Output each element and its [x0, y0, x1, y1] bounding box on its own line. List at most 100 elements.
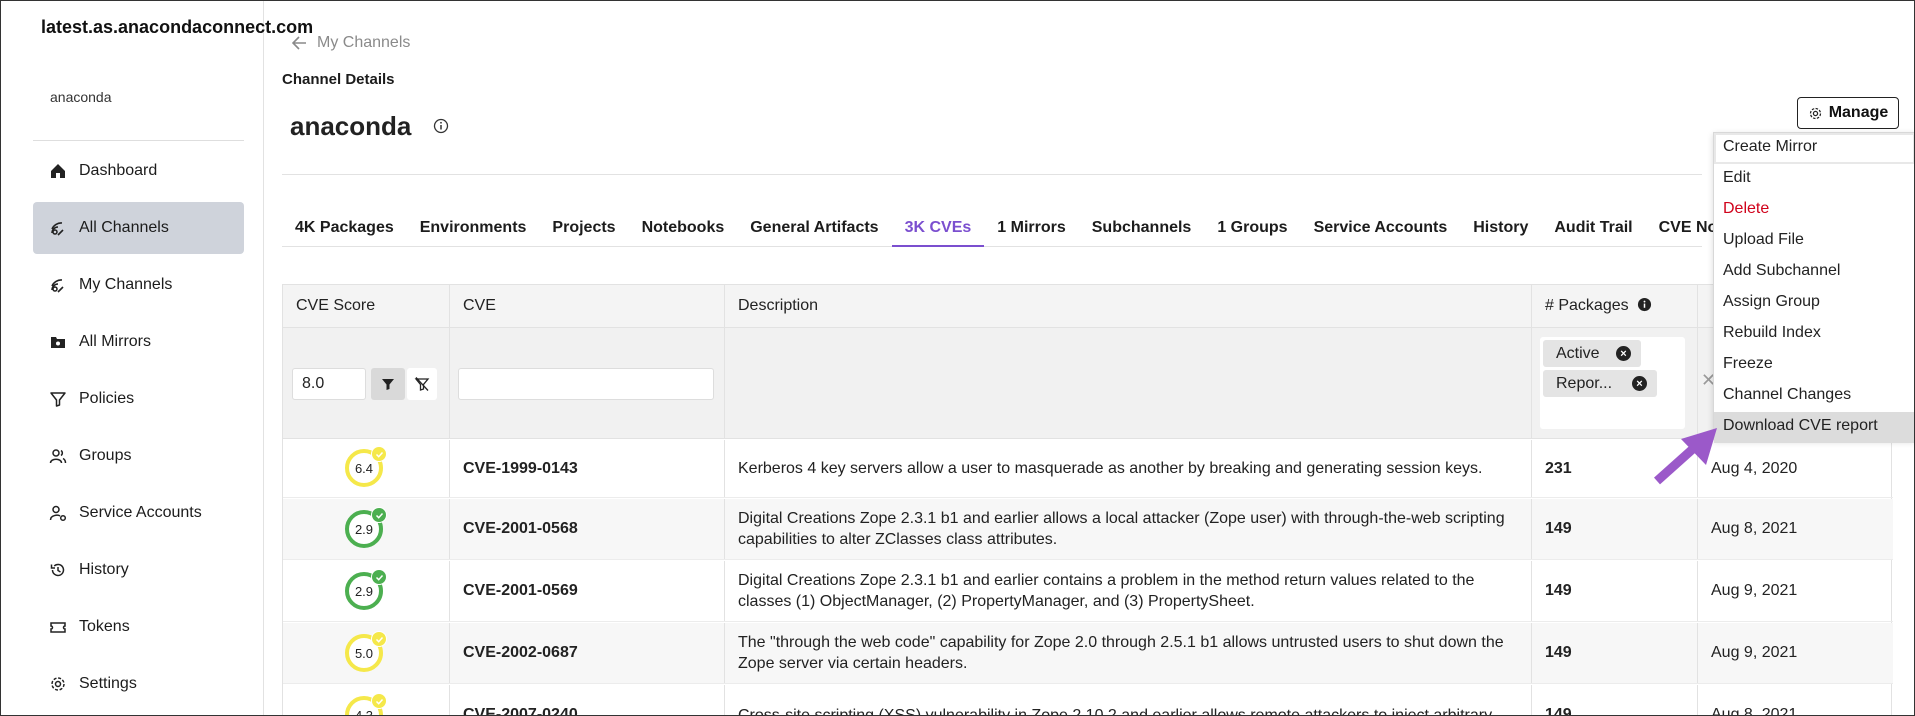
menu-item-channel-changes[interactable]: Channel Changes	[1714, 381, 1914, 412]
cve-id[interactable]: CVE-2001-0568	[450, 499, 725, 559]
tab-packages[interactable]: 4K Packages	[282, 213, 407, 247]
sidebar-item-tokens[interactable]: Tokens	[33, 601, 244, 653]
cve-id[interactable]: CVE-2007-0240	[450, 685, 725, 715]
cve-date: Aug 8, 2021	[1711, 520, 1798, 537]
table-row[interactable]: 5.0 CVE-2002-0687 The "through the web c…	[283, 623, 1893, 684]
sidebar-item-label: Tokens	[79, 618, 130, 635]
info-icon[interactable]	[433, 118, 449, 134]
cve-description: Kerberos 4 key servers allow a user to m…	[725, 440, 1532, 497]
status-filter-cell: Active × Repor... × ✕	[1532, 328, 1716, 439]
check-icon	[371, 507, 387, 523]
cve-description: Digital Creations Zope 2.3.1 b1 and earl…	[725, 499, 1532, 559]
score-value: 6.4	[354, 460, 374, 476]
home-icon	[51, 164, 65, 178]
score-value: 5.0	[354, 645, 374, 661]
org-name: anaconda	[50, 89, 112, 105]
sidebar-item-label: All Mirrors	[79, 333, 151, 350]
menu-item-add-subchannel[interactable]: Add Subchannel	[1714, 257, 1914, 288]
tab-cves[interactable]: 3K CVEs	[891, 213, 985, 247]
cve-date: Aug 9, 2021	[1711, 582, 1798, 599]
group-icon	[49, 449, 67, 464]
sidebar-item-all-mirrors[interactable]: All Mirrors	[33, 316, 244, 368]
sidebar-item-history[interactable]: History	[33, 544, 244, 596]
check-icon	[371, 631, 387, 647]
score-cell: 5.0	[283, 623, 450, 683]
sidebar-divider	[33, 140, 244, 141]
filter-button[interactable]	[371, 368, 405, 400]
score-filter-input[interactable]: 8.0	[292, 368, 366, 400]
score-value: 2.9	[354, 583, 374, 599]
score-badge: 4.3	[345, 693, 387, 715]
host-name: latest.as.anacondaconnect.com	[41, 17, 314, 37]
tab-bar: 4K Packages Environments Projects Notebo…	[282, 213, 1723, 247]
tab-projects[interactable]: Projects	[539, 213, 628, 247]
service-account-icon	[49, 505, 67, 522]
manage-button-label: Manage	[1828, 104, 1889, 121]
menu-item-rebuild-index[interactable]: Rebuild Index	[1714, 319, 1914, 350]
package-count: 149	[1532, 561, 1698, 621]
check-icon	[371, 569, 387, 585]
tab-groups[interactable]: 1 Groups	[1204, 213, 1300, 247]
column-header-packages[interactable]: # Packages	[1532, 285, 1698, 327]
filter-row: 8.0 Active × Repor... × ✕	[283, 327, 1893, 439]
sidebar-item-label: History	[79, 561, 129, 578]
column-header-label: Description	[738, 297, 819, 314]
tab-general-artifacts[interactable]: General Artifacts	[737, 213, 891, 247]
menu-item-delete[interactable]: Delete	[1714, 195, 1914, 226]
tab-audit-trail[interactable]: Audit Trail	[1541, 213, 1645, 247]
menu-item-create-mirror[interactable]: Create Mirror	[1714, 133, 1914, 164]
table-row[interactable]: 4.3 CVE-2007-0240 Cross-site scripting (…	[283, 685, 1893, 715]
tab-subchannels[interactable]: Subchannels	[1079, 213, 1205, 247]
cve-filter-input[interactable]	[458, 368, 714, 400]
tab-service-accounts[interactable]: Service Accounts	[1301, 213, 1461, 247]
column-header-label: CVE	[463, 297, 496, 314]
manage-button[interactable]: Manage	[1797, 97, 1899, 129]
sidebar-item-all-channels[interactable]: All Channels	[33, 202, 244, 254]
cve-table: CVE Score CVE Description # Packages 8.0	[282, 284, 1893, 715]
column-header-score[interactable]: CVE Score	[283, 285, 450, 327]
tab-history[interactable]: History	[1460, 213, 1541, 247]
column-header-label: CVE Score	[296, 297, 376, 314]
sidebar-item-settings[interactable]: Settings	[33, 658, 244, 710]
cve-id[interactable]: CVE-2001-0569	[450, 561, 725, 621]
clear-filter-button[interactable]	[407, 368, 437, 400]
menu-item-download-cve-report[interactable]: Download CVE report	[1714, 412, 1914, 443]
filter-icon	[50, 392, 66, 407]
status-multiselect[interactable]: Active × Repor... ×	[1540, 337, 1685, 429]
chip-remove-icon[interactable]: ×	[1616, 346, 1631, 361]
sidebar-item-groups[interactable]: Groups	[33, 430, 244, 482]
cve-date: Aug 9, 2021	[1711, 644, 1798, 661]
tab-environments[interactable]: Environments	[407, 213, 540, 247]
score-filter-cell: 8.0	[283, 328, 450, 439]
filter-off-icon	[414, 377, 430, 391]
column-header-description[interactable]: Description	[725, 285, 1532, 327]
cve-id[interactable]: CVE-1999-0143	[450, 440, 725, 497]
menu-item-freeze[interactable]: Freeze	[1714, 350, 1914, 381]
package-count: 149	[1532, 685, 1698, 715]
menu-item-edit[interactable]: Edit	[1714, 164, 1914, 195]
sidebar-item-policies[interactable]: Policies	[33, 373, 244, 425]
menu-item-assign-group[interactable]: Assign Group	[1714, 288, 1914, 319]
table-row[interactable]: 2.9 CVE-2001-0569 Digital Creations Zope…	[283, 561, 1893, 622]
tab-notebooks[interactable]: Notebooks	[629, 213, 738, 247]
info-icon[interactable]	[1637, 297, 1652, 312]
back-link[interactable]: My Channels	[292, 34, 410, 52]
status-chip-active: Active ×	[1543, 340, 1641, 367]
sidebar-item-my-channels[interactable]: My Channels	[33, 259, 244, 311]
header-divider	[282, 174, 1702, 175]
tab-mirrors[interactable]: 1 Mirrors	[984, 213, 1078, 247]
column-header-cve[interactable]: CVE	[450, 285, 725, 327]
cve-id[interactable]: CVE-2002-0687	[450, 623, 725, 683]
menu-item-upload-file[interactable]: Upload File	[1714, 226, 1914, 257]
chip-label: Active	[1556, 344, 1600, 362]
sidebar-item-label: Service Accounts	[79, 504, 202, 521]
check-icon	[371, 693, 387, 709]
mirror-folder-icon	[51, 337, 65, 348]
chip-remove-icon[interactable]: ×	[1632, 376, 1647, 391]
column-header-label: # Packages	[1545, 297, 1629, 314]
sidebar-item-label: Settings	[79, 675, 137, 692]
table-row[interactable]: 2.9 CVE-2001-0568 Digital Creations Zope…	[283, 499, 1893, 560]
sidebar-item-service-accounts[interactable]: Service Accounts	[33, 487, 244, 539]
sidebar-item-dashboard[interactable]: Dashboard	[33, 145, 244, 197]
cve-date: Aug 4, 2020	[1711, 459, 1798, 477]
